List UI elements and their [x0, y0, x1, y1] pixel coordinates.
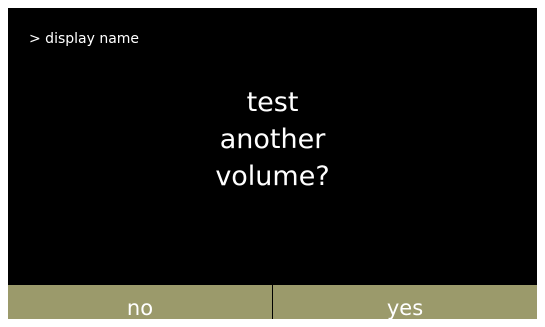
breadcrumb: > display name	[29, 31, 140, 47]
no-button[interactable]: no	[8, 285, 273, 319]
dialog-screen: > display name test another volume? no y…	[8, 8, 537, 319]
prompt-text: test another volume?	[8, 84, 537, 195]
prompt-line: another	[219, 124, 326, 155]
yes-button[interactable]: yes	[273, 285, 537, 319]
prompt-line: test	[246, 87, 299, 118]
prompt-line: volume?	[215, 161, 330, 192]
button-bar: no yes	[8, 285, 537, 319]
